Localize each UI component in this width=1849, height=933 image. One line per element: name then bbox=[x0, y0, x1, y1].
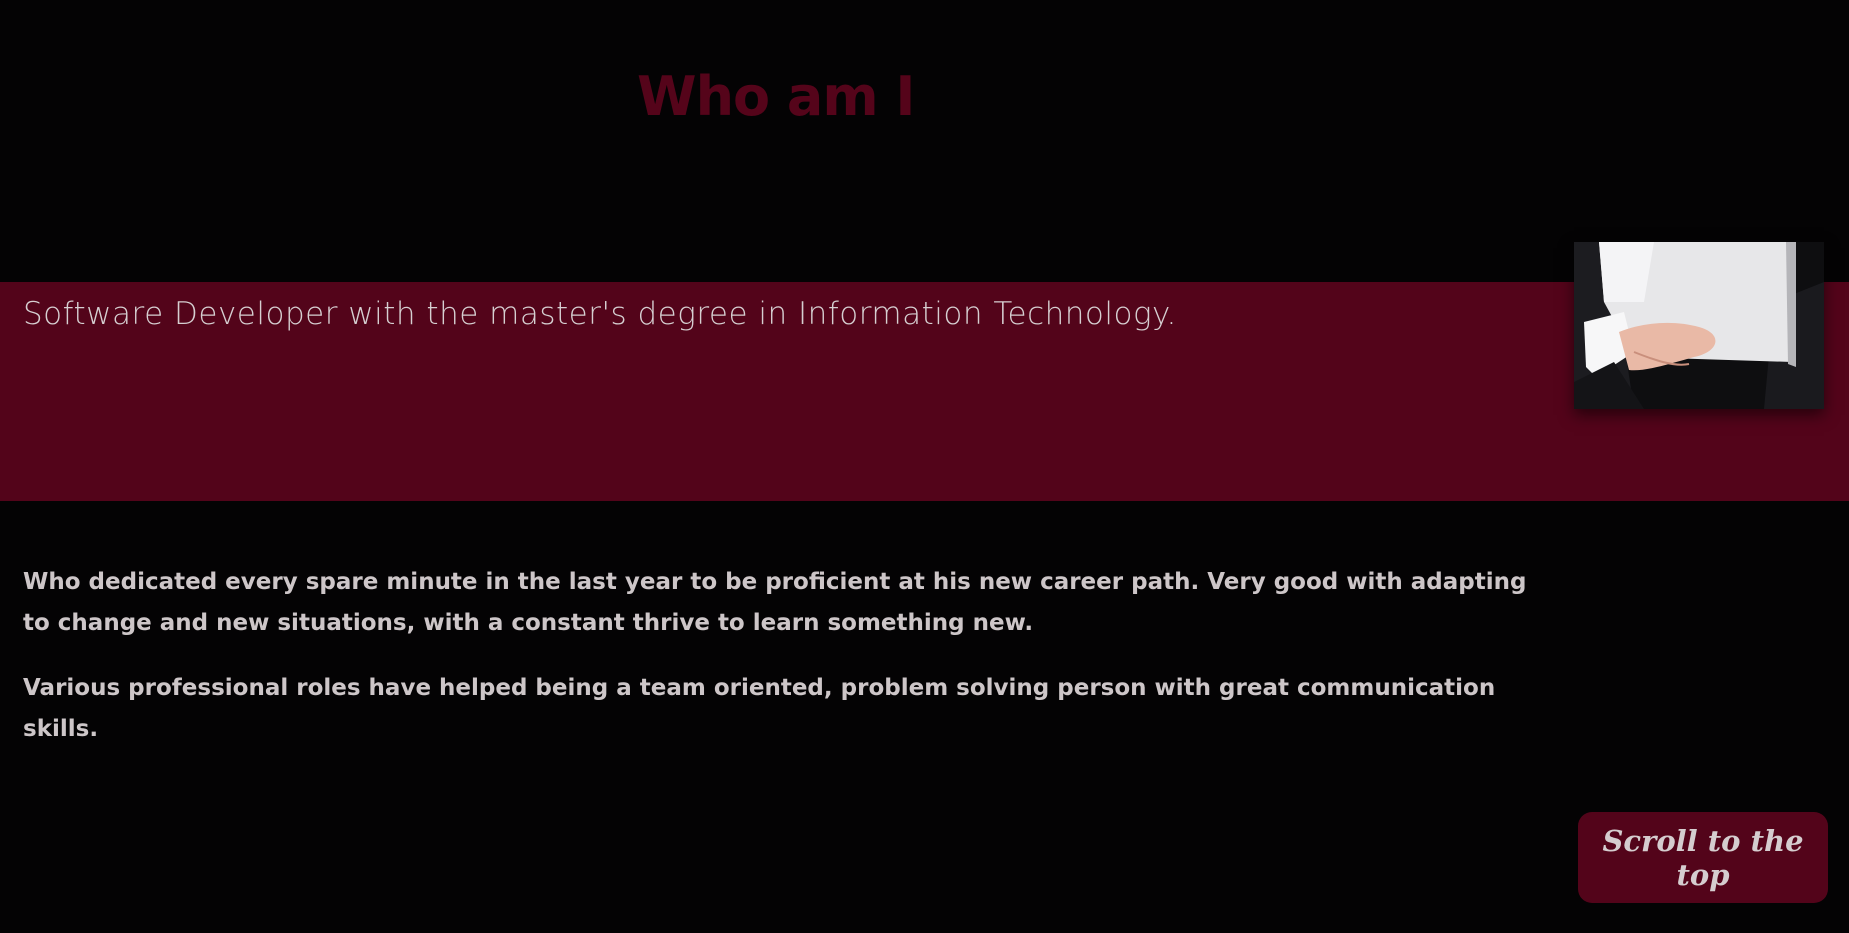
section-title: Who am I bbox=[637, 65, 916, 128]
about-text: Who dedicated every spare minute in the … bbox=[23, 562, 1543, 774]
businessman-laptop-icon bbox=[1574, 242, 1824, 409]
tagline-text: Software Developer with the master's deg… bbox=[23, 296, 1177, 332]
about-paragraph: Various professional roles have helped b… bbox=[23, 675, 1496, 742]
scroll-to-top-button[interactable]: Scroll to the top bbox=[1578, 812, 1828, 903]
about-paragraph: Who dedicated every spare minute in the … bbox=[23, 569, 1527, 636]
profile-photo bbox=[1574, 242, 1824, 409]
